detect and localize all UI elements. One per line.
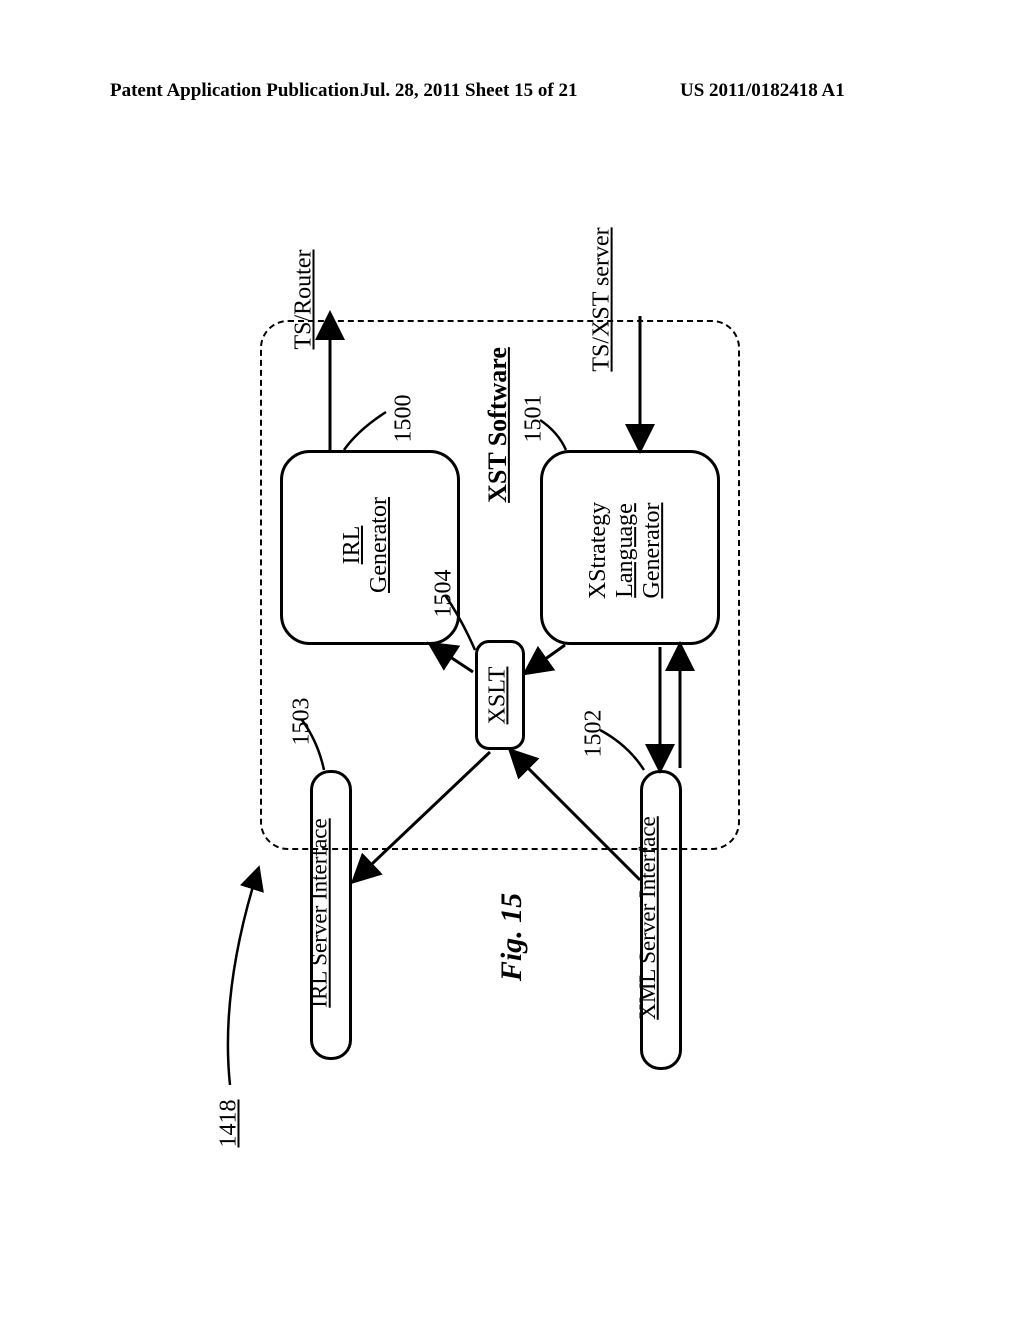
figure-caption: Fig. 15	[495, 893, 529, 981]
ref-1500: 1500	[391, 395, 418, 443]
arrows-overlay	[0, 0, 1024, 1320]
ref-1504: 1504	[431, 570, 458, 618]
ref-1418: 1418	[216, 1100, 243, 1148]
ref-1502: 1502	[581, 710, 608, 758]
ref-1503: 1503	[289, 698, 316, 746]
ref-1501: 1501	[521, 395, 548, 443]
